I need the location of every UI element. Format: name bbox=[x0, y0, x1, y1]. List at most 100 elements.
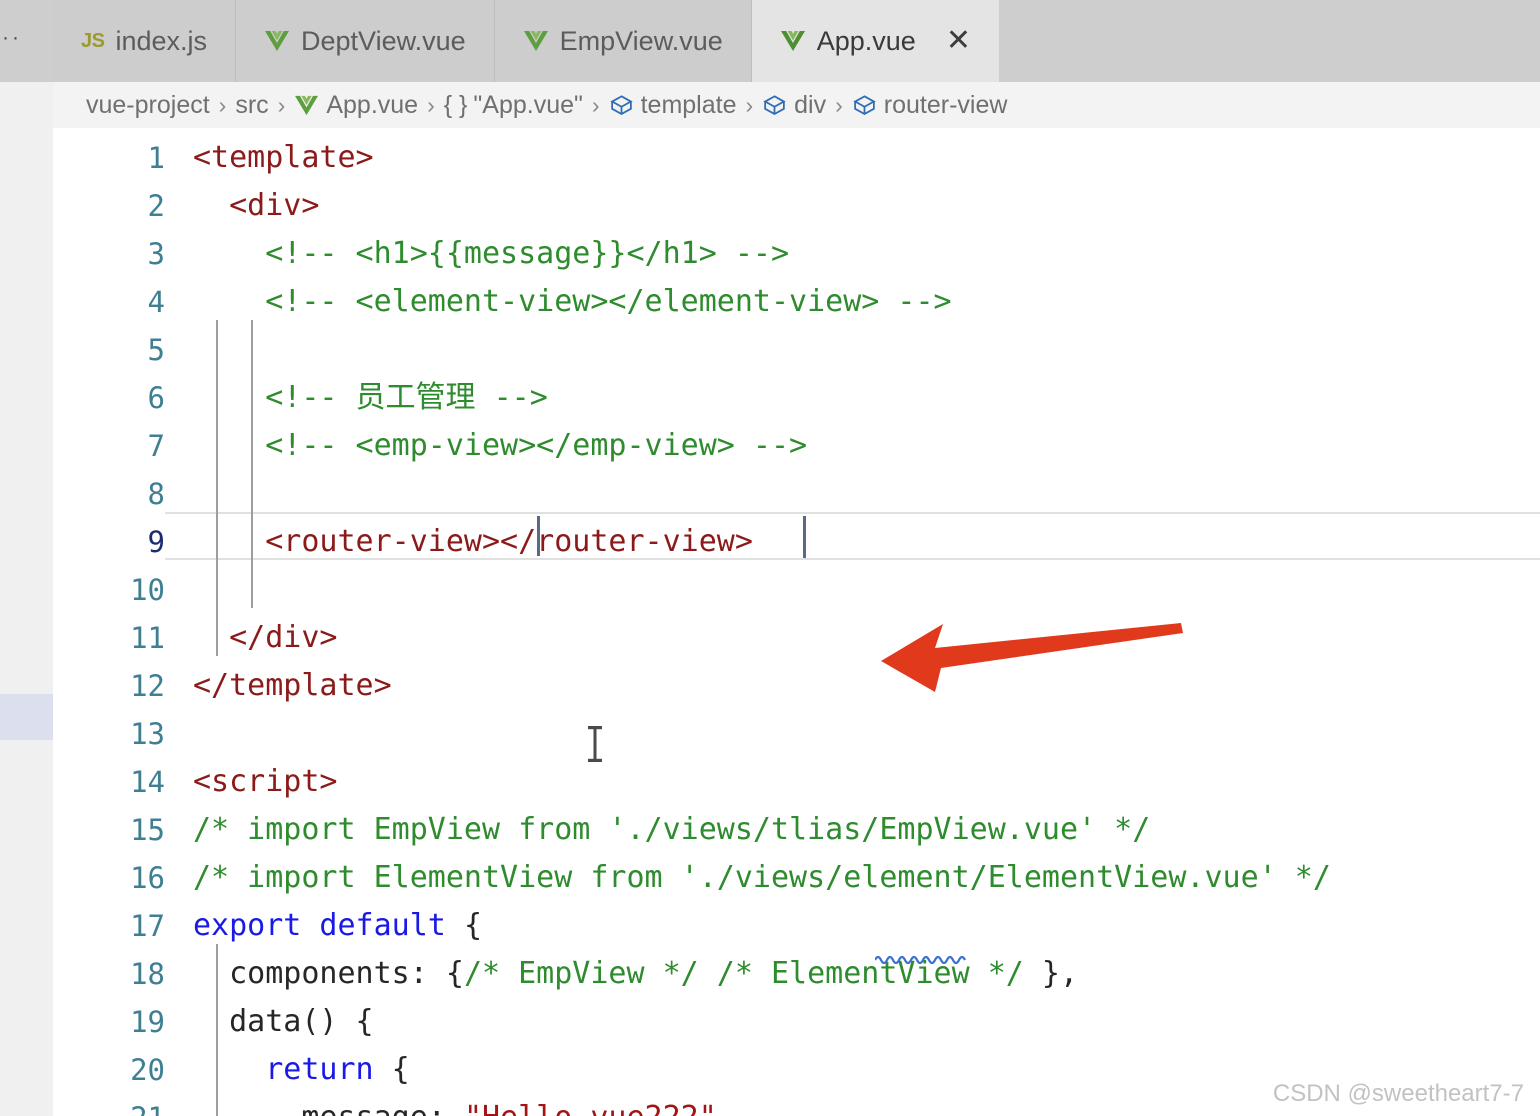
line-number: 19 bbox=[130, 1005, 165, 1039]
tab-bar-empty-space bbox=[999, 0, 1540, 82]
code-token: </template> bbox=[193, 668, 392, 703]
code-line[interactable]: 14 <script> bbox=[53, 758, 1540, 806]
overflow-ellipsis-icon[interactable]: ·· bbox=[2, 31, 42, 53]
close-icon[interactable]: ✕ bbox=[946, 26, 971, 56]
code-token: <!-- <h1>{{message}}</h1> --> bbox=[265, 236, 790, 271]
code-token: { bbox=[463, 908, 482, 943]
line-number: 21 bbox=[53, 1094, 165, 1116]
code-line[interactable]: 19 data() { bbox=[53, 998, 1540, 1046]
code-line[interactable]: 16 /* import ElementView from './views/el… bbox=[53, 854, 1540, 902]
code-line-text: export default { bbox=[193, 902, 482, 950]
code-line-text: <!-- <emp-view></emp-view> --> bbox=[193, 422, 807, 470]
code-line[interactable]: 6 <!-- 员工管理 --> bbox=[53, 374, 1540, 422]
line-number: 13 bbox=[130, 717, 165, 751]
code-line[interactable]: 11 </div> bbox=[53, 614, 1540, 662]
breadcrumb-label: vue-project bbox=[86, 90, 210, 119]
breadcrumb-label: App.vue bbox=[326, 90, 419, 119]
code-line-text: <!-- <h1>{{message}}</h1> --> bbox=[193, 230, 789, 278]
code-line[interactable]: 4 <!-- <element-view></element-view> --> bbox=[53, 278, 1540, 326]
code-line[interactable]: 7 <!-- <emp-view></emp-view> --> bbox=[53, 422, 1540, 470]
code-line-text: /* import EmpView from './views/tlias/Em… bbox=[193, 806, 1150, 854]
vue-file-icon bbox=[523, 29, 549, 53]
symbol-namespace-icon bbox=[609, 93, 634, 118]
line-number: 18 bbox=[130, 957, 165, 991]
vue-file-icon bbox=[780, 29, 806, 53]
editor-tab-bar: JS index.js DeptView.vue EmpView.vue App… bbox=[53, 0, 1540, 82]
breadcrumb-separator: › bbox=[277, 91, 286, 118]
code-line[interactable]: 15 /* import EmpView from './views/tlias/… bbox=[53, 806, 1540, 854]
code-token: /* import ElementView from './views/elem… bbox=[193, 860, 1331, 895]
breadcrumb-item-template[interactable]: template bbox=[609, 90, 737, 120]
line-number: 14 bbox=[130, 765, 165, 799]
breadcrumb-label: src bbox=[235, 90, 269, 119]
code-token: /* import EmpView from './views/tlias/Em… bbox=[193, 812, 1151, 847]
code-line-text: <!-- 员工管理 --> bbox=[193, 374, 548, 422]
code-line-text: <router-view></router-view> bbox=[193, 518, 753, 566]
text-caret bbox=[803, 516, 806, 558]
code-line[interactable]: 3 <!-- <h1>{{message}}</h1> --> bbox=[53, 230, 1540, 278]
code-line-text: </template> bbox=[193, 662, 392, 710]
code-line[interactable]: 1 <template> bbox=[53, 134, 1540, 182]
breadcrumb: vue-project › src › App.vue › { } "App.v… bbox=[53, 82, 1540, 128]
code-token: <script> bbox=[193, 764, 338, 799]
code-line-text: <div> bbox=[193, 182, 319, 230]
line-number: 1 bbox=[147, 141, 165, 175]
line-number: 12 bbox=[130, 669, 165, 703]
breadcrumb-item-app-vue-symbol[interactable]: { } "App.vue" bbox=[444, 91, 583, 120]
tab-label: index.js bbox=[115, 25, 208, 56]
code-line[interactable]: 18 components: {/* EmpView */ /* Element… bbox=[53, 950, 1540, 998]
code-token: <!-- <element-view></element-view> --> bbox=[265, 284, 952, 319]
tag-match-marker bbox=[537, 516, 540, 556]
code-token: { bbox=[373, 1052, 410, 1087]
code-content[interactable]: 1 <template> 2 <div> 3 <!-- <h1>{{message}}… bbox=[53, 128, 1540, 1116]
code-token: }, bbox=[1023, 956, 1079, 991]
code-editor[interactable]: 1 <template> 2 <div> 3 <!-- <h1>{{message}}… bbox=[53, 128, 1540, 1116]
activity-bar: ·· bbox=[0, 0, 53, 1116]
breadcrumb-item-router-view[interactable]: router-view bbox=[852, 91, 1007, 120]
line-number: 2 bbox=[147, 189, 165, 223]
spell-check-squiggle bbox=[875, 955, 966, 964]
breadcrumb-separator: › bbox=[218, 91, 227, 118]
vue-file-icon bbox=[294, 94, 319, 117]
vscode-editor-window: ·· JS index.js DeptView.vue EmpView.vue … bbox=[0, 0, 1540, 1116]
tab-deptview-vue[interactable]: DeptView.vue bbox=[236, 0, 495, 82]
line-number: 5 bbox=[147, 333, 165, 367]
code-token: return bbox=[265, 1052, 374, 1087]
code-token: <div> bbox=[229, 188, 320, 223]
tab-app-vue[interactable]: App.vue ✕ bbox=[751, 0, 1000, 82]
code-line[interactable]: 17 export default { bbox=[53, 902, 1540, 950]
code-line[interactable]: 8 bbox=[53, 470, 1540, 518]
breadcrumb-label: template bbox=[640, 90, 737, 119]
code-line[interactable]: 12 </template> bbox=[53, 662, 1540, 710]
line-number: 15 bbox=[130, 813, 165, 847]
breadcrumb-separator: › bbox=[835, 91, 843, 118]
braces-icon: { } bbox=[443, 90, 468, 119]
activity-bar-active-item[interactable] bbox=[0, 694, 53, 740]
symbol-namespace-icon bbox=[852, 93, 877, 118]
code-line[interactable]: 13 bbox=[53, 710, 1540, 758]
breadcrumb-item-src[interactable]: src bbox=[235, 91, 268, 120]
breadcrumb-item-vue-project[interactable]: vue-project bbox=[86, 91, 210, 120]
tab-empview-vue[interactable]: EmpView.vue bbox=[494, 0, 752, 82]
breadcrumb-label: div bbox=[794, 90, 827, 119]
line-number: 20 bbox=[130, 1053, 165, 1087]
code-line-text: <script> bbox=[193, 758, 338, 806]
code-line[interactable]: 10 bbox=[53, 566, 1540, 614]
tab-label: DeptView.vue bbox=[301, 25, 466, 56]
breadcrumb-label: "App.vue" bbox=[473, 90, 583, 119]
breadcrumb-item-div[interactable]: div bbox=[762, 91, 826, 120]
breadcrumb-item-app-vue[interactable]: App.vue bbox=[294, 91, 418, 120]
tab-index-js[interactable]: JS index.js bbox=[53, 0, 237, 82]
code-token: "Hello vue222" bbox=[464, 1100, 717, 1116]
code-line-text: </div> bbox=[193, 614, 337, 662]
line-number: 17 bbox=[130, 909, 165, 943]
code-line[interactable]: 5 bbox=[53, 326, 1540, 374]
code-line[interactable]: 9 <router-view></router-view> bbox=[53, 518, 1540, 566]
js-file-icon: JS bbox=[81, 29, 105, 52]
code-line[interactable]: 2 <div> bbox=[53, 182, 1540, 230]
